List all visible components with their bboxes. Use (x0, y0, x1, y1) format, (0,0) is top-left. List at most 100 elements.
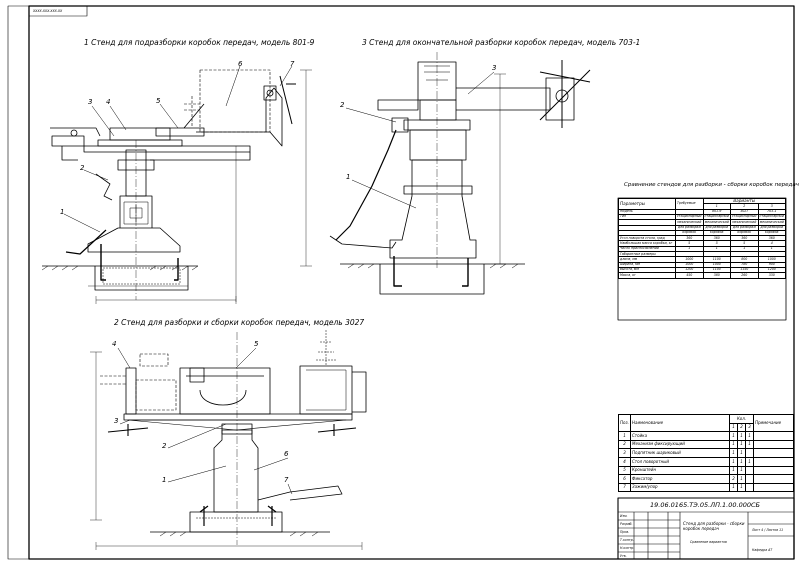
spec-note (753, 474, 794, 484)
spec-q2: 1 (737, 439, 746, 450)
spec-header-name: Наименование (630, 413, 730, 433)
comparison-table: Параметры Требуемые Варианты 1 2 3 Модел… (618, 197, 786, 279)
title-block-row-label: Н.контр. (620, 546, 635, 550)
v3-callout-2: 2 (340, 101, 345, 109)
v3-callout-3: 3 (492, 64, 497, 72)
cmp-header-param: Параметры (618, 198, 676, 210)
spec-pos: 6 (618, 474, 631, 484)
cmp-param: Масса, кг (618, 272, 676, 279)
spec-name: Кронштейн (630, 465, 730, 476)
v1-callout-7: 7 (290, 60, 295, 68)
spec-note (753, 465, 794, 476)
spec-pos: 4 (618, 456, 631, 467)
view3-drawing (329, 52, 591, 295)
spec-name: Фиксатор (630, 474, 730, 484)
spec-q1: 2 (729, 474, 738, 484)
v2-callout-3: 3 (114, 417, 119, 425)
v1-callout-6: 6 (238, 60, 243, 68)
spec-q1: 1 (729, 439, 738, 450)
view2-leaders (117, 347, 293, 495)
spec-note (753, 482, 794, 493)
v1-callout-1: 1 (60, 208, 65, 216)
spec-q3: 1 (745, 431, 754, 441)
spec-q2: 1 (737, 448, 746, 458)
spec-q2: 1 (737, 482, 746, 493)
spec-header-note: Примечание (753, 413, 794, 433)
v1-callout-5: 5 (156, 97, 161, 105)
spec-name: Подпятник шариковый (630, 448, 730, 458)
spec-q1: 1 (729, 456, 738, 467)
v2-callout-7: 7 (284, 476, 289, 484)
v1-callout-4: 4 (106, 98, 111, 106)
view2-drawing (90, 330, 367, 550)
spec-q1: 1 (729, 431, 738, 441)
spec-row: 4 Стол поворотный 1 1 1 (618, 456, 794, 467)
view1-drawing (41, 69, 312, 304)
view1-title: 1 Стенд для подразборки коробок передач,… (84, 38, 315, 47)
spec-qty-sub-3: 3 (745, 422, 754, 433)
spec-row: 3 Подпятник шариковый 1 1 (618, 448, 794, 458)
spec-pos: 2 (618, 439, 631, 450)
spec-row: 2 Механизм фиксирующий 1 1 1 (618, 439, 794, 450)
spec-note (753, 448, 794, 458)
cmp-v1: 380 (702, 272, 731, 279)
title-block-row-label: Изм. (620, 514, 628, 518)
drawing-sheet: ХХХХ.ХХХ.ХХХ.ХХ 1 Стенд для подразборки … (0, 0, 800, 565)
cmp-header-req: Требуемые (675, 198, 704, 210)
v1-callout-3: 3 (88, 98, 93, 106)
spec-row: 5 Кронштейн 1 1 (618, 465, 794, 476)
spec-note (753, 456, 794, 467)
title-block-row-label: Пров. (620, 530, 630, 534)
title-block-row-label: Утв. (620, 554, 627, 558)
spec-q3 (745, 482, 754, 493)
view3-title: 3 Стенд для окончательной разборки короб… (362, 38, 641, 47)
view1-leaders (63, 65, 293, 233)
title-block-code: 19.06.0165.ТЭ.05.ЛП.1.00.000СБ (650, 501, 760, 509)
spec-row: 6 Фиксатор 2 1 (618, 474, 794, 484)
spec-note (753, 439, 794, 450)
spec-q3 (745, 448, 754, 458)
title-block-row-label: Разраб. (620, 522, 633, 526)
specification-table: Поз. Наименование Кол. Примечание 1 2 3 … (618, 413, 794, 493)
spec-name: Стойка (630, 431, 730, 441)
cmp-req: 450 (675, 272, 704, 279)
spec-q3: 1 (745, 456, 754, 467)
spec-q3 (745, 474, 754, 484)
cmp-v2: 260 (730, 272, 759, 279)
spec-q2: 1 (737, 474, 746, 484)
spec-q2: 1 (737, 431, 746, 441)
spec-pos: 5 (618, 465, 631, 476)
v1-callout-2: 2 (80, 164, 85, 172)
spec-q1: 1 (729, 448, 738, 458)
spec-qty-sub-2: 2 (737, 422, 746, 433)
spec-note (753, 431, 794, 441)
spec-q3 (745, 465, 754, 476)
top-stamp: ХХХХ.ХХХ.ХХХ.ХХ (33, 9, 63, 13)
spec-q1: 1 (729, 482, 738, 493)
spec-row: 1 Стойка 1 1 1 (618, 431, 794, 441)
spec-pos: 1 (618, 431, 631, 441)
spec-q2: 1 (737, 456, 746, 467)
spec-name: Механизм фиксирующий (630, 439, 730, 450)
spec-pos: 3 (618, 448, 631, 458)
v2-callout-5: 5 (254, 340, 259, 348)
spec-q1: 1 (729, 465, 738, 476)
spec-header-pos: Поз. (618, 413, 631, 433)
cmp-v3: 330 (757, 272, 786, 279)
comparison-row: Масса, кг 450 380 260 330 (618, 272, 786, 279)
v3-callout-1: 1 (346, 173, 351, 181)
spec-pos: 7 (618, 482, 631, 493)
spec-qty-sub-1: 1 (729, 422, 738, 433)
title-block-org: Кафедра АТ (752, 548, 773, 552)
view2-title: 2 Стенд для разборки и сборки коробок пе… (114, 318, 365, 327)
title-block-row-label: Т.контр. (620, 538, 634, 542)
spec-row: 7 Зажим/упор 1 1 (618, 482, 794, 493)
v2-callout-4: 4 (112, 340, 117, 348)
spec-name: Зажим/упор (630, 482, 730, 493)
spec-q3: 1 (745, 439, 754, 450)
spec-q2: 1 (737, 465, 746, 476)
spec-header-row: Поз. Наименование Кол. Примечание (618, 413, 794, 433)
title-block-sheet: Лист 4 / Листов 11 (752, 528, 784, 532)
title-block-name: Стенд для разборки - сборки коробок пере… (683, 521, 745, 531)
comparison-title: Сравнение стендов для разборки - сборки … (624, 182, 799, 188)
